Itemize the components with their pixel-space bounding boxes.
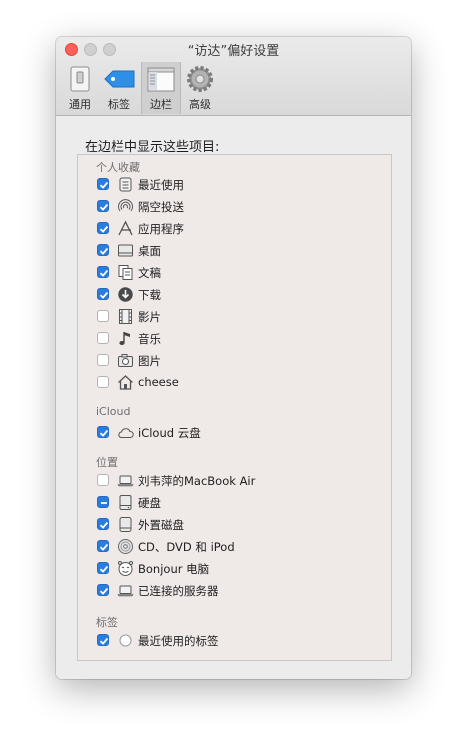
section-locations-title: 位置 xyxy=(96,456,118,469)
option-label: 文稿 xyxy=(138,266,161,280)
sidebar-option-cd-dvd-ipod[interactable]: CD、DVD 和 iPod xyxy=(97,537,387,557)
downloads-icon xyxy=(117,286,134,303)
option-label: 桌面 xyxy=(138,244,161,258)
option-label: 硬盘 xyxy=(138,496,161,510)
option-label: 隔空投送 xyxy=(138,200,184,214)
option-label: 应用程序 xyxy=(138,222,184,236)
option-label: 最近使用 xyxy=(138,178,184,192)
checkbox[interactable] xyxy=(97,178,109,190)
sidebar-option-bonjour[interactable]: Bonjour 电脑 xyxy=(97,559,387,579)
sidebar-option-home[interactable]: cheese xyxy=(97,373,387,393)
movies-icon xyxy=(117,308,134,325)
checkbox[interactable] xyxy=(97,634,109,646)
option-label: 音乐 xyxy=(138,332,161,346)
checkbox[interactable] xyxy=(97,584,109,596)
sidebar-option-external-disks[interactable]: 外置磁盘 xyxy=(97,515,387,535)
airdrop-icon xyxy=(117,198,134,215)
desktop-icon xyxy=(117,242,134,259)
tab-general[interactable]: 通用 xyxy=(62,62,98,114)
sidebar-icon xyxy=(142,65,180,93)
checkbox[interactable] xyxy=(97,332,109,344)
external-disk-icon xyxy=(117,516,134,533)
section-tags-title: 标签 xyxy=(96,616,118,629)
option-label: cheese xyxy=(138,375,179,389)
checkbox[interactable] xyxy=(97,266,109,278)
disc-icon xyxy=(117,538,134,555)
sidebar-option-movies[interactable]: 影片 xyxy=(97,307,387,327)
sidebar-option-documents[interactable]: 文稿 xyxy=(97,263,387,283)
checkbox[interactable] xyxy=(97,244,109,256)
checkbox[interactable] xyxy=(97,310,109,322)
option-label: 刘韦萍的MacBook Air xyxy=(138,474,256,488)
documents-icon xyxy=(117,264,134,281)
checkbox[interactable] xyxy=(97,474,109,486)
option-label: CD、DVD 和 iPod xyxy=(138,540,235,554)
checkbox[interactable] xyxy=(97,496,109,508)
sidebar-preferences-pane: 在边栏中显示这些项目: 个人收藏 最近使用 隔空投送 应用程序 桌面 文稿 下载… xyxy=(56,116,411,679)
sidebar-option-pictures[interactable]: 图片 xyxy=(97,351,387,371)
option-label: 外置磁盘 xyxy=(138,518,184,532)
tab-label: 通用 xyxy=(69,98,91,111)
sidebar-option-recent-tags[interactable]: 最近使用的标签 xyxy=(97,631,387,651)
tab-label: 边栏 xyxy=(150,98,172,111)
option-label: 影片 xyxy=(138,310,161,324)
harddisk-icon xyxy=(117,494,134,511)
sidebar-option-hard-disks[interactable]: 硬盘 xyxy=(97,493,387,513)
pictures-icon xyxy=(117,352,134,369)
sidebar-items-list: 个人收藏 最近使用 隔空投送 应用程序 桌面 文稿 下载 影片 音乐 图片 ch… xyxy=(77,154,392,661)
sidebar-option-music[interactable]: 音乐 xyxy=(97,329,387,349)
music-icon xyxy=(117,330,134,347)
finder-preferences-window: “访达”偏好设置 通用 标签 边栏 高级 在边栏中显示这些项目: 个人收藏 最近… xyxy=(56,37,411,679)
pane-heading: 在边栏中显示这些项目: xyxy=(85,140,220,155)
checkbox[interactable] xyxy=(97,222,109,234)
sidebar-option-airdrop[interactable]: 隔空投送 xyxy=(97,197,387,217)
server-icon xyxy=(117,582,134,599)
recents-icon xyxy=(117,176,134,193)
section-favorites-title: 个人收藏 xyxy=(96,161,140,174)
sidebar-option-applications[interactable]: 应用程序 xyxy=(97,219,387,239)
checkbox[interactable] xyxy=(97,376,109,388)
bonjour-icon xyxy=(117,560,134,577)
laptop-icon xyxy=(117,472,134,489)
checkbox[interactable] xyxy=(97,354,109,366)
window-title: “访达”偏好设置 xyxy=(187,44,280,59)
option-label: Bonjour 电脑 xyxy=(138,562,210,576)
tab-label: 高级 xyxy=(189,98,211,111)
tab-tags[interactable]: 标签 xyxy=(100,62,138,114)
option-label: 下载 xyxy=(138,288,161,302)
sidebar-option-connected-servers[interactable]: 已连接的服务器 xyxy=(97,581,387,601)
tab-advanced[interactable]: 高级 xyxy=(182,62,218,114)
tag-icon xyxy=(100,65,138,93)
section-icloud-title: iCloud xyxy=(96,405,131,418)
checkbox[interactable] xyxy=(97,426,109,438)
sidebar-option-downloads[interactable]: 下载 xyxy=(97,285,387,305)
option-label: 图片 xyxy=(138,354,161,368)
sidebar-option-recents[interactable]: 最近使用 xyxy=(97,175,387,195)
checkbox[interactable] xyxy=(97,562,109,574)
titlebar: “访达”偏好设置 通用 标签 边栏 高级 xyxy=(56,37,411,116)
sidebar-option-desktop[interactable]: 桌面 xyxy=(97,241,387,261)
tab-label: 标签 xyxy=(108,98,130,111)
checkbox[interactable] xyxy=(97,518,109,530)
tag-circle-icon xyxy=(117,632,134,649)
tab-sidebar[interactable]: 边栏 xyxy=(141,62,181,114)
checkbox[interactable] xyxy=(97,540,109,552)
option-label: 最近使用的标签 xyxy=(138,634,219,648)
sidebar-option-icloud-drive[interactable]: iCloud 云盘 xyxy=(97,423,387,443)
sidebar-option-this-mac[interactable]: 刘韦萍的MacBook Air xyxy=(97,471,387,491)
applications-icon xyxy=(117,220,134,237)
cloud-icon xyxy=(117,424,134,441)
option-label: 已连接的服务器 xyxy=(138,584,219,598)
gear-icon xyxy=(182,65,218,93)
checkbox[interactable] xyxy=(97,200,109,212)
option-label: iCloud 云盘 xyxy=(138,426,201,440)
switch-icon xyxy=(62,65,98,93)
checkbox[interactable] xyxy=(97,288,109,300)
home-icon xyxy=(117,374,134,391)
